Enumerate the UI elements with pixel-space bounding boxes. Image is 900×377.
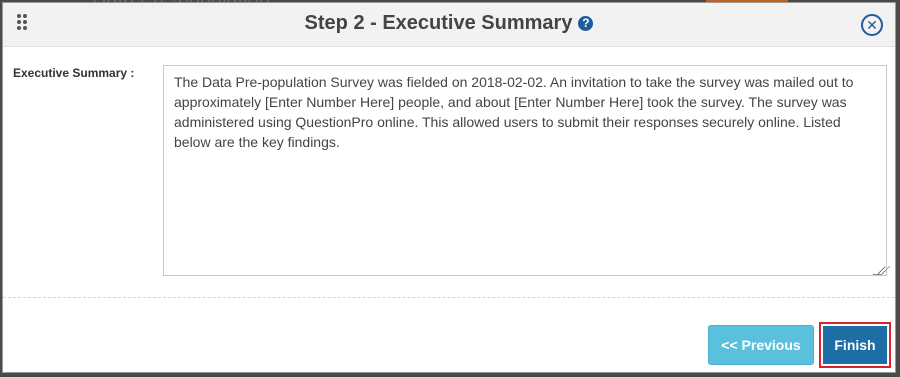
dialog-title: Step 2 - Executive Summary	[304, 12, 573, 34]
dialog-title-wrap: Step 2 - Executive Summary?	[3, 3, 895, 46]
question-circle-icon[interactable]: ?	[578, 16, 594, 31]
dialog-header: Step 2 - Executive Summary? ✕	[3, 3, 895, 47]
previous-button[interactable]: << Previous	[708, 325, 814, 365]
close-circle-icon[interactable]: ✕	[861, 14, 883, 36]
executive-summary-dialog: Step 2 - Executive Summary? ✕ Executive …	[2, 2, 896, 373]
footer-divider	[3, 297, 895, 298]
finish-button-highlight[interactable]: Finish	[819, 322, 891, 368]
executive-summary-label: Executive Summary :	[13, 66, 135, 80]
finish-button[interactable]: Finish	[823, 326, 887, 364]
executive-summary-textarea[interactable]: The Data Pre-population Survey was field…	[163, 65, 887, 276]
